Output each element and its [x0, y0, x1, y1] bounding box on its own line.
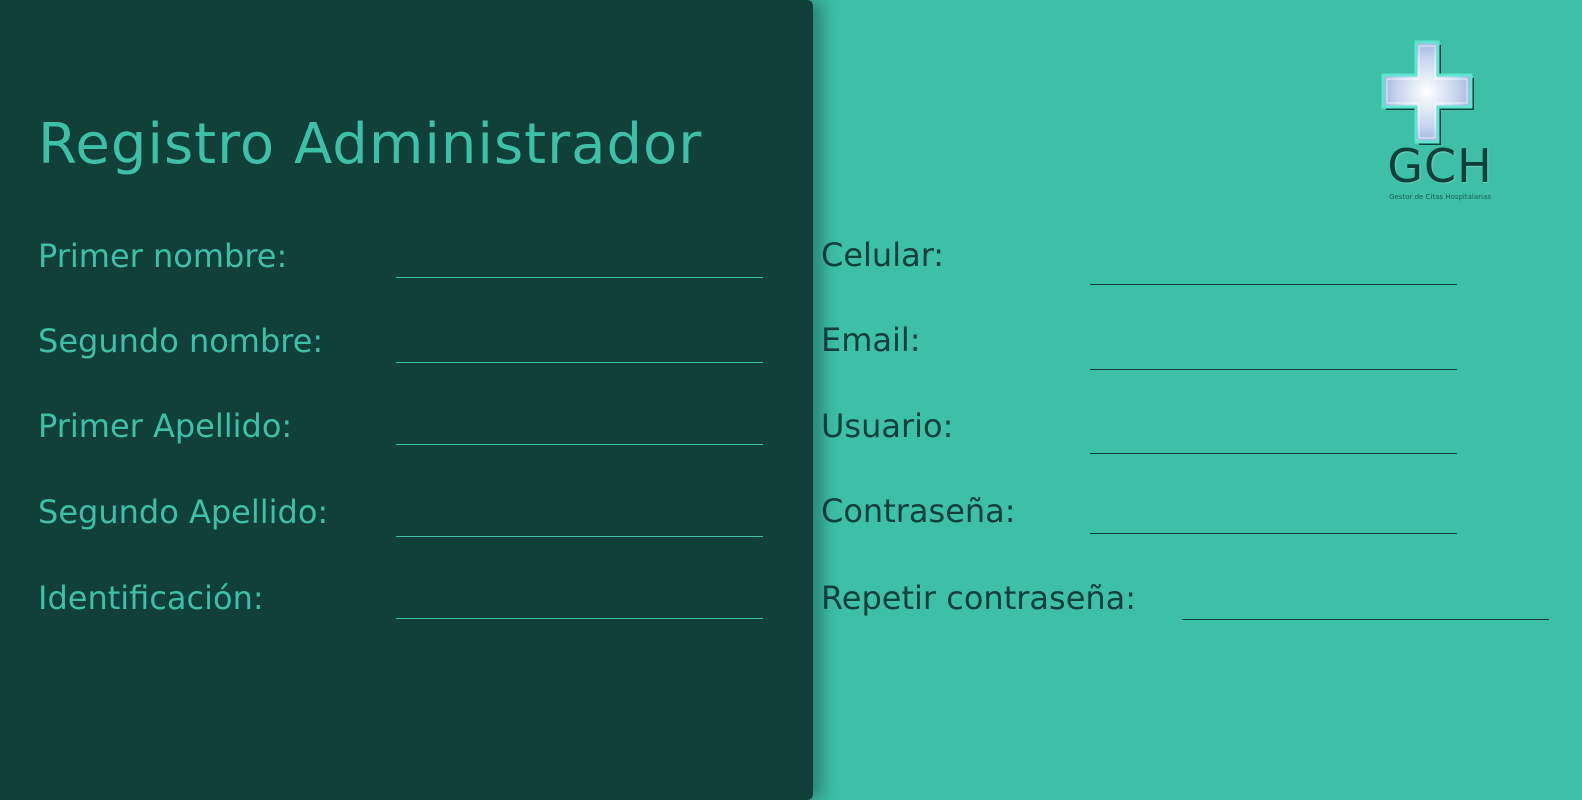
repeat-password-input[interactable]	[1182, 586, 1549, 620]
password-input[interactable]	[1090, 500, 1457, 534]
username-label: Usuario:	[821, 407, 954, 445]
registration-panel-right: GCH Gestor de Citas Hospitalarias Celula…	[813, 0, 1582, 800]
registration-panel-left: Registro Administrador Primer nombre: Se…	[0, 0, 813, 800]
email-input[interactable]	[1090, 336, 1457, 370]
second-surname-input[interactable]	[396, 503, 763, 537]
logo-subtitle: Gestor de Citas Hospitalarias	[1389, 193, 1491, 201]
phone-label: Celular:	[821, 236, 945, 274]
first-surname-label: Primer Apellido:	[38, 407, 293, 445]
second-name-label: Segundo nombre:	[38, 322, 324, 360]
identification-label: Identificación:	[38, 579, 264, 617]
first-name-label: Primer nombre:	[38, 237, 288, 275]
phone-input[interactable]	[1090, 251, 1457, 285]
password-label: Contraseña:	[821, 492, 1016, 530]
second-name-input[interactable]	[396, 329, 763, 363]
identification-input[interactable]	[396, 585, 763, 619]
first-name-input[interactable]	[396, 244, 763, 278]
email-label: Email:	[821, 321, 921, 359]
repeat-password-label: Repetir contraseña:	[821, 579, 1137, 617]
second-surname-label: Segundo Apellido:	[38, 493, 329, 531]
username-input[interactable]	[1090, 420, 1457, 454]
page-title: Registro Administrador	[38, 112, 703, 177]
first-surname-input[interactable]	[396, 411, 763, 445]
gch-logo: GCH Gestor de Citas Hospitalarias	[1365, 38, 1515, 208]
medical-cross-icon	[1381, 40, 1474, 145]
logo-text: GCH	[1387, 139, 1493, 193]
